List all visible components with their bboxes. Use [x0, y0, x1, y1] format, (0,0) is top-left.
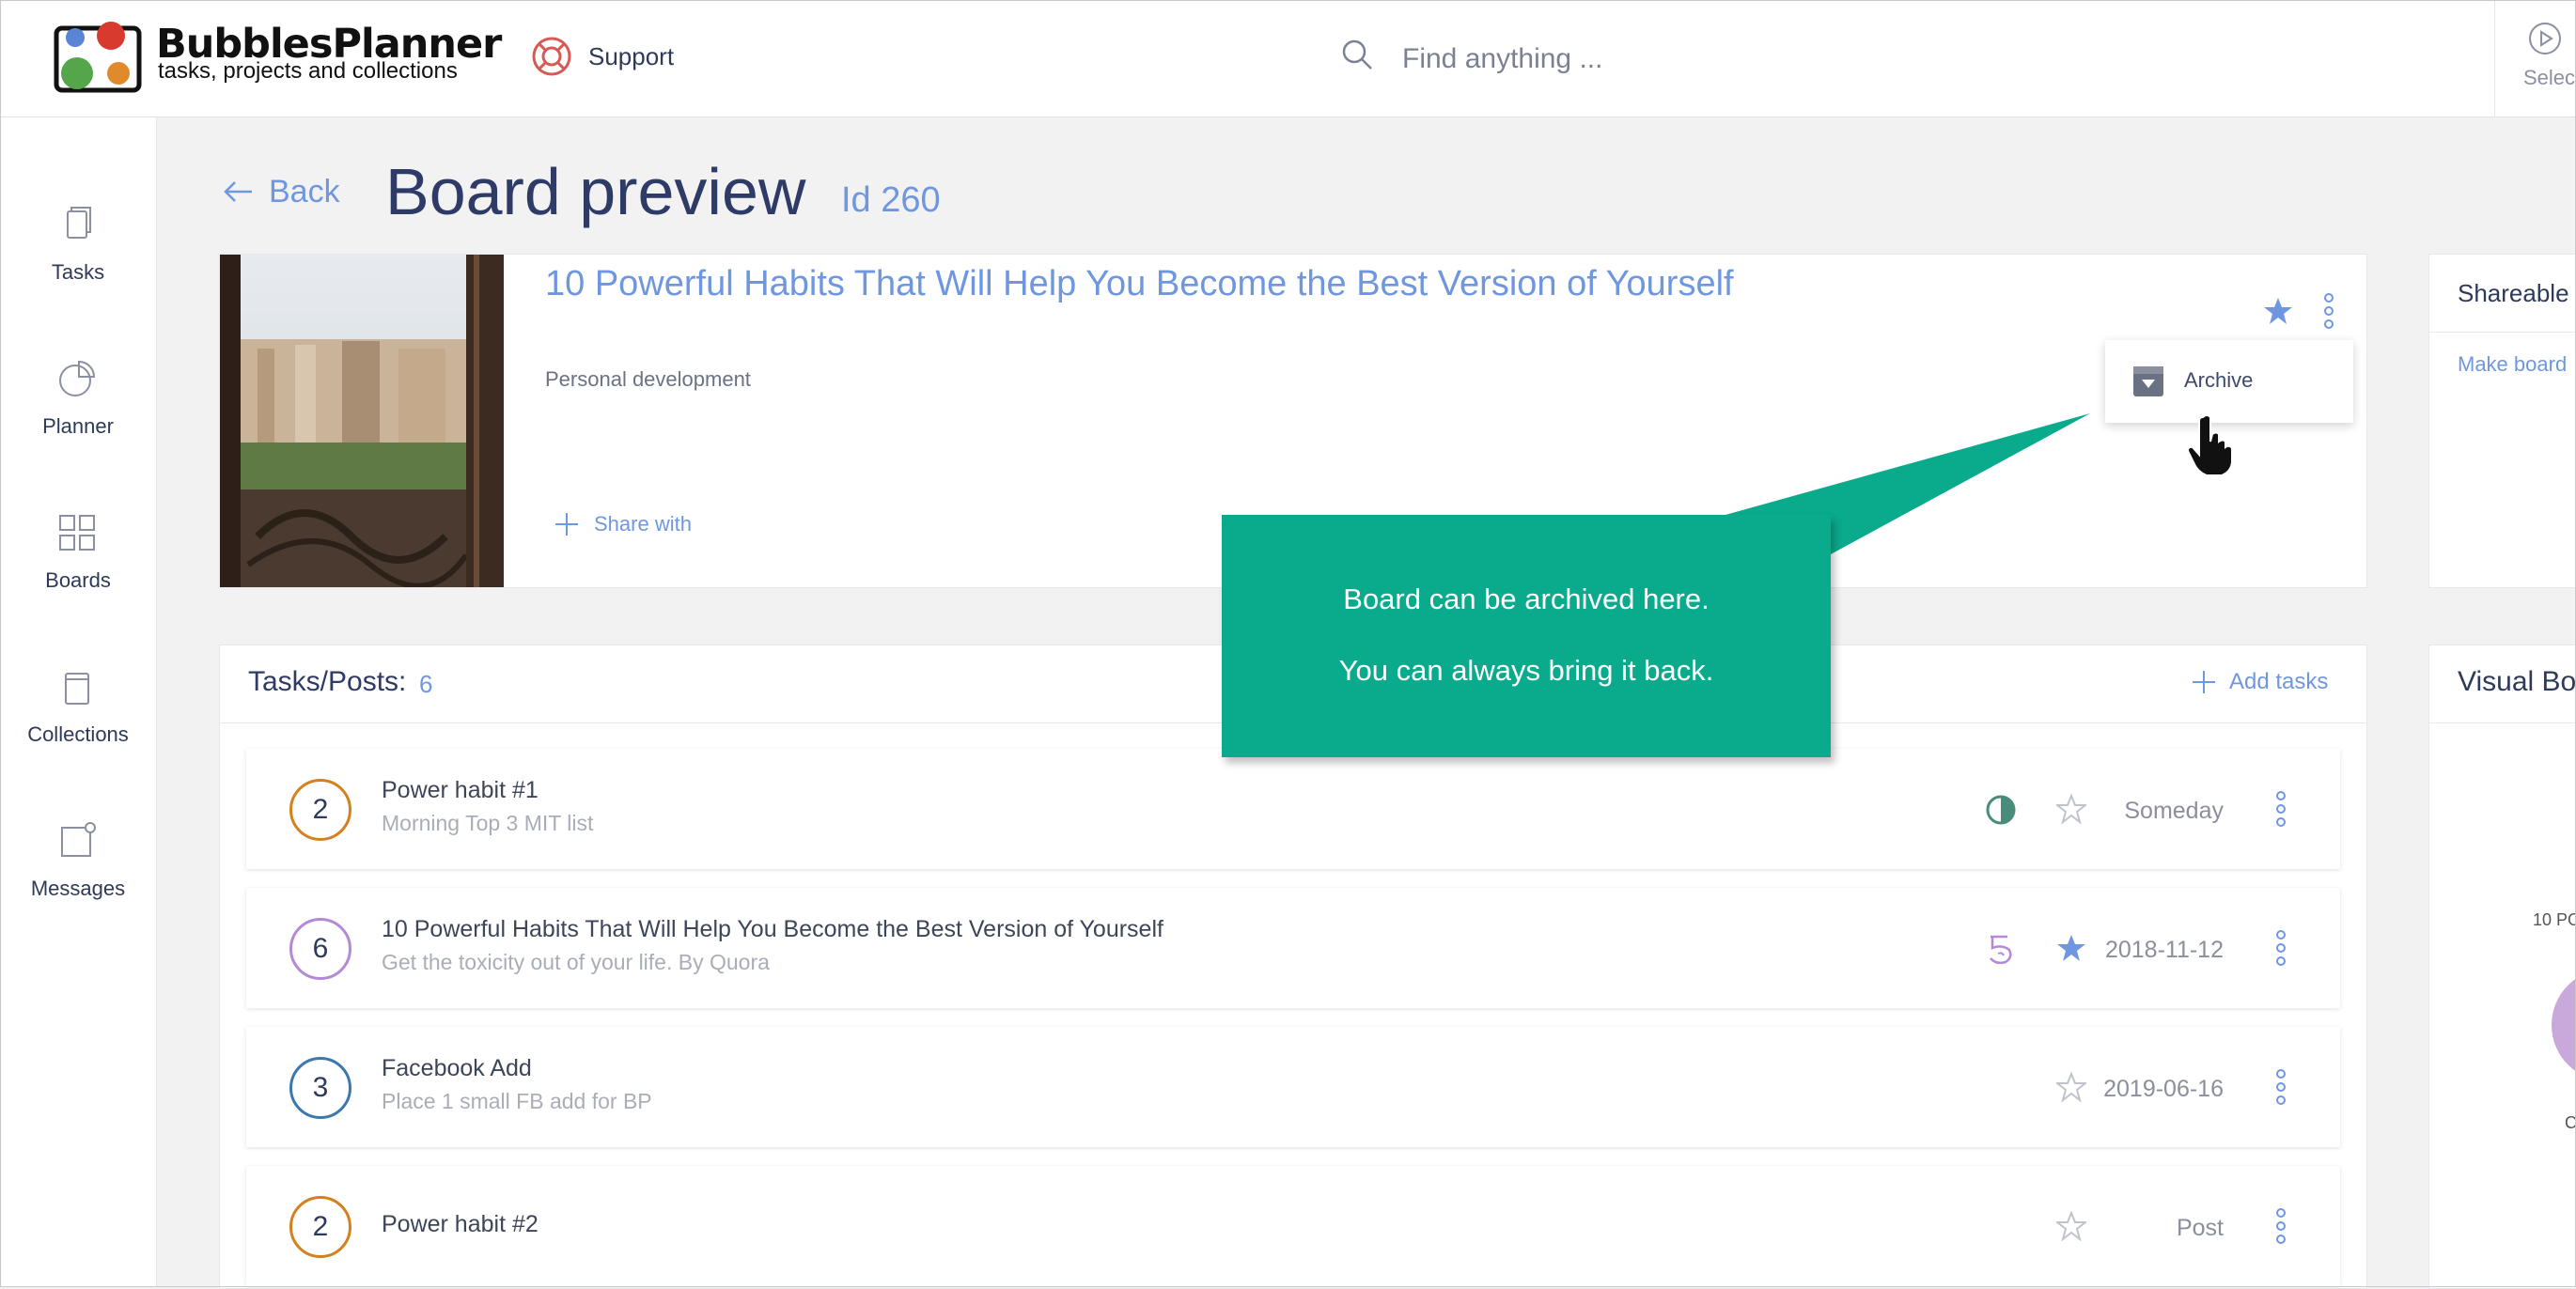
more-options-icon[interactable] [2270, 929, 2292, 967]
messages-icon [61, 822, 96, 857]
sidebar-item-boards[interactable]: Boards [0, 512, 156, 634]
task-bubble-count: 6 [289, 918, 351, 980]
tasks-label: Tasks/Posts: [248, 666, 407, 697]
tasks-count: 6 [419, 670, 433, 698]
task-bubble-count: 3 [289, 1057, 351, 1119]
sidebar-item-label: Planner [42, 414, 114, 438]
add-tasks-button[interactable]: Add tasks [2190, 668, 2328, 696]
page-title: Board preview [385, 155, 806, 228]
more-options-icon[interactable] [2270, 1207, 2292, 1245]
task-subtitle: Get the toxicity out of your life. By Qu… [382, 950, 770, 974]
boards-icon [59, 515, 95, 551]
board-category: Personal development [545, 367, 751, 391]
share-with-label: Share with [594, 512, 692, 536]
sidebar-item-label: Collections [27, 722, 129, 746]
play-circle-icon [2529, 23, 2561, 54]
tasks-icon [67, 207, 91, 239]
archive-icon [2133, 366, 2163, 396]
hand-cursor-icon [2186, 414, 2233, 476]
task-row[interactable]: 2 Power habit #1 Morning Top 3 MIT list … [246, 749, 2340, 869]
bubblesplanner-logo[interactable] [53, 19, 147, 96]
back-label: Back [269, 173, 340, 210]
more-options-icon[interactable] [2270, 1068, 2292, 1106]
more-options-icon[interactable] [2270, 790, 2292, 828]
task-date: Someday [2124, 798, 2224, 824]
sidebar-item-messages[interactable]: Messages [0, 820, 156, 942]
task-title: Facebook Add [382, 1055, 532, 1081]
board-id: Id 260 [841, 180, 941, 220]
tutorial-callout: Board can be archived here. You can alwa… [1222, 515, 1831, 757]
sidebar: Tasks Planner Boards Collections Message… [0, 117, 157, 1287]
visual-board-card: Visual Bo 10 PO C [2428, 644, 2576, 1289]
search-input[interactable] [1400, 34, 2118, 85]
callout-line: You can always bring it back. [1338, 654, 1714, 687]
brand-subtitle: tasks, projects and collections [158, 58, 458, 84]
arrow-left-icon [224, 181, 252, 202]
task-date: 2019-06-16 [2103, 1076, 2224, 1102]
spiral-icon [1990, 935, 2012, 965]
board-title[interactable]: 10 Powerful Habits That Will Help You Be… [545, 264, 1734, 304]
task-subtitle: Morning Top 3 MIT list [382, 811, 594, 835]
lifebuoy-icon [532, 37, 571, 76]
sidebar-item-label: Tasks [51, 260, 105, 284]
plus-icon [555, 513, 578, 536]
task-row[interactable]: 3 Facebook Add Place 1 small FB add for … [246, 1027, 2340, 1147]
collections-icon [65, 673, 89, 705]
support-link[interactable]: Support [530, 34, 674, 79]
task-subtitle: Place 1 small FB add for BP [382, 1089, 652, 1113]
task-bubble-count: 2 [289, 779, 351, 841]
task-row[interactable]: 2 Power habit #2 Post [246, 1166, 2340, 1286]
task-title: Power habit #2 [382, 1211, 539, 1237]
back-button[interactable]: Back [222, 169, 340, 214]
task-date: Post [2176, 1215, 2224, 1241]
archive-label: Archive [2184, 368, 2254, 392]
top-header: BubblesPlanner tasks, projects and colle… [0, 0, 2576, 117]
sidebar-item-label: Boards [45, 568, 111, 592]
support-label: Support [588, 41, 675, 70]
bubble-label: C [2565, 1113, 2576, 1132]
search-icon [1342, 39, 1372, 70]
sidebar-item-label: Messages [30, 877, 126, 900]
add-tasks-label: Add tasks [2229, 669, 2329, 694]
task-date: 2018-11-12 [2104, 937, 2224, 963]
bubble-label: 10 PO [2533, 910, 2576, 929]
callout-line: Board can be archived here. [1343, 582, 1710, 615]
sidebar-item-planner[interactable]: Planner [0, 358, 156, 480]
share-with-button[interactable]: Share with [553, 510, 692, 538]
select-mode-button[interactable]: Select [2494, 0, 2576, 116]
board-bubble[interactable] [2552, 969, 2576, 1081]
sidebar-item-collections[interactable]: Collections [0, 666, 156, 788]
planner-icon [59, 360, 96, 396]
visual-board-title: Visual Bo [2458, 666, 2576, 697]
plus-icon [2193, 671, 2215, 693]
more-options-icon[interactable] [2318, 292, 2340, 330]
make-board-link[interactable]: Make board [2458, 352, 2567, 377]
task-title: Power habit #1 [382, 777, 539, 803]
task-row[interactable]: 6 10 Powerful Habits That Will Help You … [246, 888, 2340, 1008]
shareable-card: Shareable Make board [2428, 254, 2576, 588]
half-circle-icon [1986, 795, 2016, 825]
sidebar-item-tasks[interactable]: Tasks [0, 204, 156, 326]
board-cover-image[interactable] [220, 255, 504, 587]
task-bubble-count: 2 [289, 1196, 351, 1258]
task-title: 10 Powerful Habits That Will Help You Be… [382, 916, 1163, 942]
select-label: Select [2523, 66, 2576, 89]
star-icon[interactable] [2263, 296, 2293, 326]
archive-menu-item[interactable]: Archive [2105, 340, 2353, 423]
shareable-title: Shareable [2458, 279, 2569, 307]
